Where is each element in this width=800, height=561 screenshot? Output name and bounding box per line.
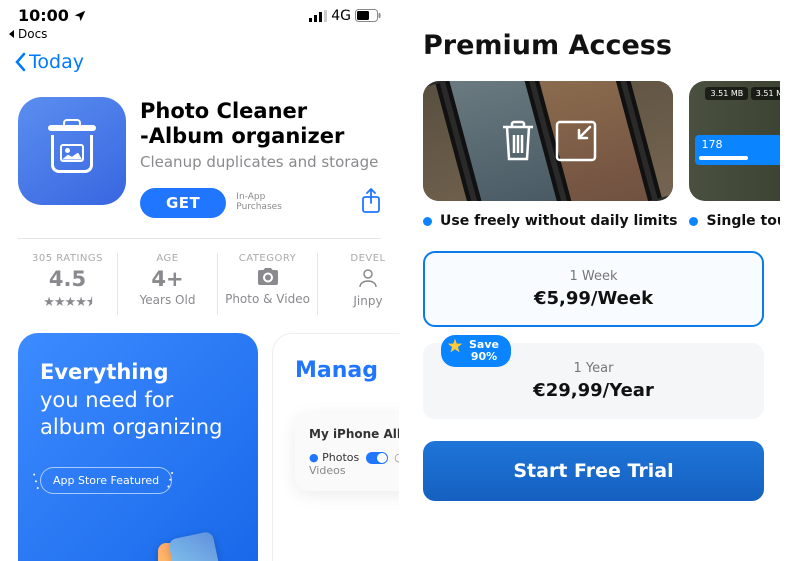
location-icon <box>73 9 87 23</box>
network-label: 4G <box>331 8 351 24</box>
back-to-docs[interactable]: Docs <box>0 27 399 41</box>
get-button[interactable]: GET <box>140 188 226 218</box>
plan-period: 1 Week <box>441 269 746 284</box>
age-cell: AGE 4+ Years Old <box>118 253 218 315</box>
plan-price: €5,99/Week <box>441 288 746 309</box>
camera-icon <box>257 268 279 286</box>
time: 10:00 <box>18 6 69 25</box>
screenshots-row[interactable]: Everythingyou need foralbum organizing A… <box>0 333 399 561</box>
share-button[interactable] <box>361 188 381 218</box>
developer-cell: DEVEL Jinpy <box>318 253 399 315</box>
feature-2: 3.51 MB 3.51 MB 178 Single touch cl <box>689 81 780 229</box>
compress-icon <box>554 119 598 163</box>
feature-1: Use freely without daily limits <box>423 81 677 229</box>
chevron-left-icon <box>14 52 27 72</box>
featured-badge: App Store Featured <box>40 467 172 494</box>
person-icon <box>358 268 378 288</box>
share-icon <box>361 188 381 214</box>
ratings-cell: 305 RATINGS 4.5 ★★★★⯨ <box>18 253 118 315</box>
save-badge: Save90% <box>441 335 511 367</box>
screenshot-2: Manag My iPhone Album ● Photos ○ Videos <box>272 333 399 561</box>
features-row[interactable]: Use freely without daily limits 3.51 MB … <box>407 81 780 251</box>
info-row[interactable]: 305 RATINGS 4.5 ★★★★⯨ AGE 4+ Years Old C… <box>0 239 399 333</box>
status-bar: 10:00 4G <box>0 0 399 27</box>
back-label: Docs <box>18 27 47 41</box>
plan-week[interactable]: 1 Week €5,99/Week <box>423 251 764 327</box>
plan-price: €29,99/Year <box>441 380 746 401</box>
today-label: Today <box>29 51 84 73</box>
app-header: Photo Cleaner-Album organizer Cleanup du… <box>0 83 399 238</box>
app-title: Photo Cleaner-Album organizer <box>140 99 381 149</box>
premium-title: Premium Access <box>407 30 780 81</box>
app-subtitle: Cleanup duplicates and storage <box>140 153 381 171</box>
screenshot-1: Everythingyou need foralbum organizing A… <box>18 333 258 561</box>
app-icon[interactable] <box>18 97 126 205</box>
iap-label: In-AppPurchases <box>236 193 282 213</box>
trash-icon <box>498 119 538 163</box>
back-triangle-icon <box>8 30 16 38</box>
signal-icon <box>309 10 327 22</box>
category-cell: CATEGORY Photo & Video <box>218 253 318 315</box>
plan-year[interactable]: Save90% 1 Year €29,99/Year <box>423 343 764 419</box>
battery-icon <box>355 9 381 22</box>
back-today[interactable]: Today <box>0 41 399 83</box>
start-trial-button[interactable]: Start Free Trial <box>423 441 764 501</box>
